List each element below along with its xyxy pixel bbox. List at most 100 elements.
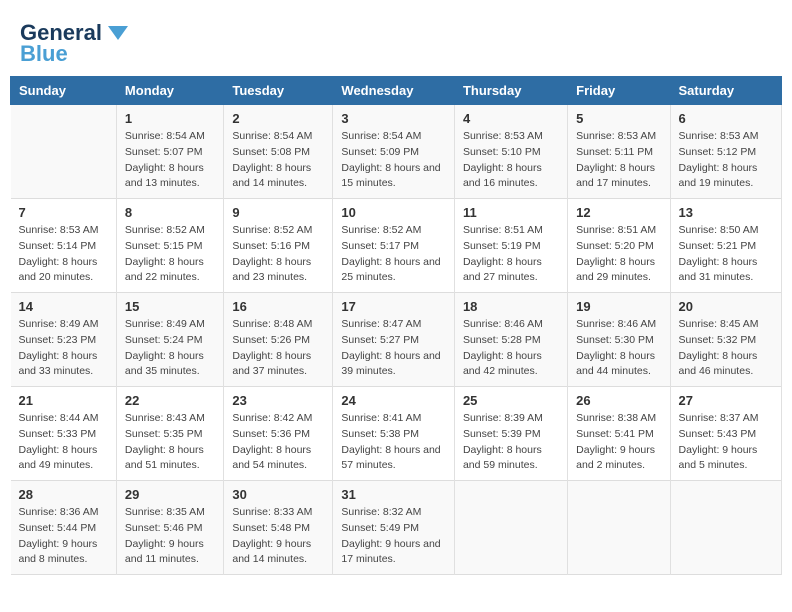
column-header-monday: Monday: [116, 77, 223, 105]
calendar-cell: 20 Sunrise: 8:45 AMSunset: 5:32 PMDayligh…: [670, 293, 781, 387]
logo-arrow-icon: [104, 18, 132, 46]
calendar-header-row: SundayMondayTuesdayWednesdayThursdayFrid…: [11, 77, 782, 105]
calendar-cell: 27 Sunrise: 8:37 AMSunset: 5:43 PMDayligh…: [670, 387, 781, 481]
day-number: 22: [125, 393, 215, 408]
calendar-cell: 8 Sunrise: 8:52 AMSunset: 5:15 PMDaylight…: [116, 199, 223, 293]
column-header-thursday: Thursday: [454, 77, 567, 105]
day-number: 23: [232, 393, 324, 408]
calendar-cell: 21 Sunrise: 8:44 AMSunset: 5:33 PMDayligh…: [11, 387, 117, 481]
day-number: 18: [463, 299, 559, 314]
day-number: 25: [463, 393, 559, 408]
day-number: 20: [679, 299, 773, 314]
day-info: Sunrise: 8:54 AMSunset: 5:09 PMDaylight:…: [341, 129, 446, 192]
calendar-cell: [568, 481, 670, 575]
calendar-cell: [454, 481, 567, 575]
column-header-tuesday: Tuesday: [224, 77, 333, 105]
calendar-cell: 17 Sunrise: 8:47 AMSunset: 5:27 PMDayligh…: [333, 293, 455, 387]
calendar-cell: 24 Sunrise: 8:41 AMSunset: 5:38 PMDayligh…: [333, 387, 455, 481]
day-info: Sunrise: 8:53 AMSunset: 5:12 PMDaylight:…: [679, 129, 773, 192]
day-info: Sunrise: 8:53 AMSunset: 5:10 PMDaylight:…: [463, 129, 559, 192]
column-header-sunday: Sunday: [11, 77, 117, 105]
day-number: 17: [341, 299, 446, 314]
day-info: Sunrise: 8:41 AMSunset: 5:38 PMDaylight:…: [341, 411, 446, 474]
calendar-cell: 14 Sunrise: 8:49 AMSunset: 5:23 PMDayligh…: [11, 293, 117, 387]
calendar-week-row: 14 Sunrise: 8:49 AMSunset: 5:23 PMDayligh…: [11, 293, 782, 387]
page-header: General Blue: [10, 10, 782, 71]
day-info: Sunrise: 8:48 AMSunset: 5:26 PMDaylight:…: [232, 317, 324, 380]
calendar-cell: [11, 105, 117, 199]
calendar-cell: 7Sunrise: 8:53 AMSunset: 5:14 PMDaylight…: [11, 199, 117, 293]
day-info: Sunrise: 8:46 AMSunset: 5:28 PMDaylight:…: [463, 317, 559, 380]
day-info: Sunrise: 8:37 AMSunset: 5:43 PMDaylight:…: [679, 411, 773, 474]
day-number: 15: [125, 299, 215, 314]
day-number: 1: [125, 111, 215, 126]
day-number: 21: [19, 393, 108, 408]
calendar-body: 1Sunrise: 8:54 AMSunset: 5:07 PMDaylight…: [11, 105, 782, 575]
day-number: 6: [679, 111, 773, 126]
day-info: Sunrise: 8:42 AMSunset: 5:36 PMDaylight:…: [232, 411, 324, 474]
day-number: 13: [679, 205, 773, 220]
day-info: Sunrise: 8:33 AMSunset: 5:48 PMDaylight:…: [232, 505, 324, 568]
day-info: Sunrise: 8:53 AMSunset: 5:14 PMDaylight:…: [19, 223, 108, 286]
day-number: 16: [232, 299, 324, 314]
calendar-cell: 22 Sunrise: 8:43 AMSunset: 5:35 PMDayligh…: [116, 387, 223, 481]
column-header-saturday: Saturday: [670, 77, 781, 105]
day-info: Sunrise: 8:52 AMSunset: 5:17 PMDaylight:…: [341, 223, 446, 286]
calendar-cell: 26Sunrise: 8:38 AMSunset: 5:41 PMDayligh…: [568, 387, 670, 481]
calendar-table: SundayMondayTuesdayWednesdayThursdayFrid…: [10, 76, 782, 575]
day-number: 3: [341, 111, 446, 126]
day-number: 24: [341, 393, 446, 408]
column-header-wednesday: Wednesday: [333, 77, 455, 105]
day-info: Sunrise: 8:46 AMSunset: 5:30 PMDaylight:…: [576, 317, 661, 380]
day-info: Sunrise: 8:43 AMSunset: 5:35 PMDaylight:…: [125, 411, 215, 474]
day-number: 27: [679, 393, 773, 408]
day-info: Sunrise: 8:51 AMSunset: 5:19 PMDaylight:…: [463, 223, 559, 286]
calendar-week-row: 1Sunrise: 8:54 AMSunset: 5:07 PMDaylight…: [11, 105, 782, 199]
day-number: 9: [232, 205, 324, 220]
day-number: 26: [576, 393, 661, 408]
calendar-cell: 1Sunrise: 8:54 AMSunset: 5:07 PMDaylight…: [116, 105, 223, 199]
day-number: 8: [125, 205, 215, 220]
calendar-cell: 13 Sunrise: 8:50 AMSunset: 5:21 PMDayligh…: [670, 199, 781, 293]
day-number: 14: [19, 299, 108, 314]
calendar-week-row: 28 Sunrise: 8:36 AMSunset: 5:44 PMDayligh…: [11, 481, 782, 575]
calendar-cell: 28 Sunrise: 8:36 AMSunset: 5:44 PMDayligh…: [11, 481, 117, 575]
day-info: Sunrise: 8:49 AMSunset: 5:23 PMDaylight:…: [19, 317, 108, 380]
calendar-cell: 6 Sunrise: 8:53 AMSunset: 5:12 PMDaylight…: [670, 105, 781, 199]
calendar-cell: 9 Sunrise: 8:52 AMSunset: 5:16 PMDaylight…: [224, 199, 333, 293]
day-info: Sunrise: 8:47 AMSunset: 5:27 PMDaylight:…: [341, 317, 446, 380]
day-number: 30: [232, 487, 324, 502]
day-info: Sunrise: 8:50 AMSunset: 5:21 PMDaylight:…: [679, 223, 773, 286]
calendar-cell: 11Sunrise: 8:51 AMSunset: 5:19 PMDayligh…: [454, 199, 567, 293]
calendar-week-row: 21 Sunrise: 8:44 AMSunset: 5:33 PMDayligh…: [11, 387, 782, 481]
calendar-cell: 19Sunrise: 8:46 AMSunset: 5:30 PMDayligh…: [568, 293, 670, 387]
day-number: 5: [576, 111, 661, 126]
day-info: Sunrise: 8:53 AMSunset: 5:11 PMDaylight:…: [576, 129, 661, 192]
day-info: Sunrise: 8:32 AMSunset: 5:49 PMDaylight:…: [341, 505, 446, 568]
calendar-cell: [670, 481, 781, 575]
calendar-cell: 18 Sunrise: 8:46 AMSunset: 5:28 PMDayligh…: [454, 293, 567, 387]
day-info: Sunrise: 8:54 AMSunset: 5:08 PMDaylight:…: [232, 129, 324, 192]
calendar-cell: 16 Sunrise: 8:48 AMSunset: 5:26 PMDayligh…: [224, 293, 333, 387]
day-info: Sunrise: 8:52 AMSunset: 5:15 PMDaylight:…: [125, 223, 215, 286]
day-info: Sunrise: 8:44 AMSunset: 5:33 PMDaylight:…: [19, 411, 108, 474]
logo-blue: Blue: [20, 42, 68, 66]
day-info: Sunrise: 8:45 AMSunset: 5:32 PMDaylight:…: [679, 317, 773, 380]
day-number: 4: [463, 111, 559, 126]
calendar-cell: 30 Sunrise: 8:33 AMSunset: 5:48 PMDayligh…: [224, 481, 333, 575]
calendar-cell: 23 Sunrise: 8:42 AMSunset: 5:36 PMDayligh…: [224, 387, 333, 481]
day-info: Sunrise: 8:36 AMSunset: 5:44 PMDaylight:…: [19, 505, 108, 568]
day-number: 28: [19, 487, 108, 502]
day-info: Sunrise: 8:39 AMSunset: 5:39 PMDaylight:…: [463, 411, 559, 474]
calendar-cell: 15Sunrise: 8:49 AMSunset: 5:24 PMDayligh…: [116, 293, 223, 387]
calendar-cell: 2Sunrise: 8:54 AMSunset: 5:08 PMDaylight…: [224, 105, 333, 199]
calendar-week-row: 7Sunrise: 8:53 AMSunset: 5:14 PMDaylight…: [11, 199, 782, 293]
calendar-cell: 25 Sunrise: 8:39 AMSunset: 5:39 PMDayligh…: [454, 387, 567, 481]
day-number: 29: [125, 487, 215, 502]
calendar-cell: 31Sunrise: 8:32 AMSunset: 5:49 PMDayligh…: [333, 481, 455, 575]
calendar-cell: 12Sunrise: 8:51 AMSunset: 5:20 PMDayligh…: [568, 199, 670, 293]
calendar-cell: 29Sunrise: 8:35 AMSunset: 5:46 PMDayligh…: [116, 481, 223, 575]
day-info: Sunrise: 8:52 AMSunset: 5:16 PMDaylight:…: [232, 223, 324, 286]
column-header-friday: Friday: [568, 77, 670, 105]
calendar-cell: 5 Sunrise: 8:53 AMSunset: 5:11 PMDaylight…: [568, 105, 670, 199]
